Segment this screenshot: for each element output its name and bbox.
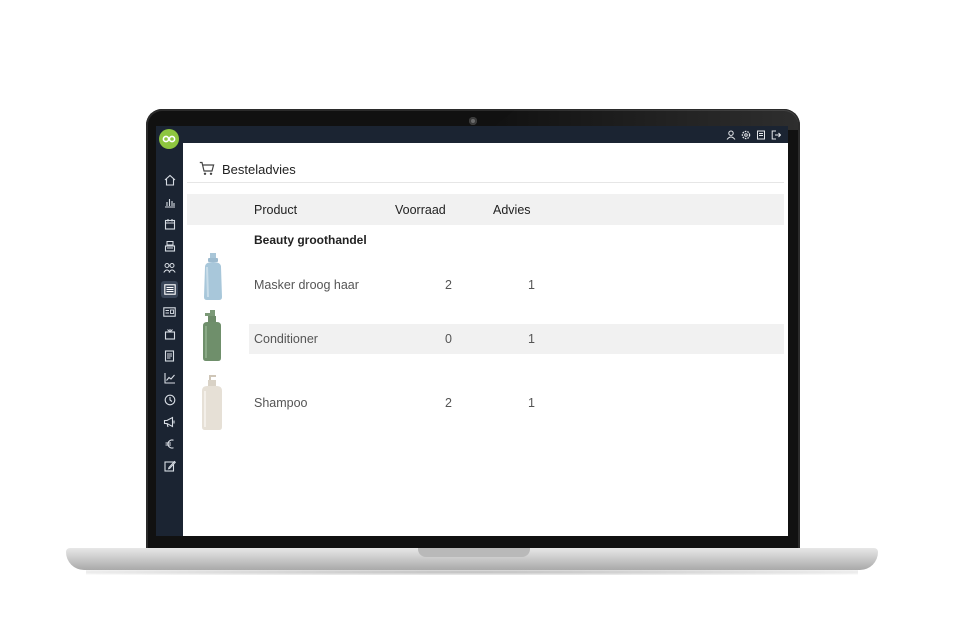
sidebar [156, 126, 183, 536]
product-image [199, 253, 227, 306]
app-logo[interactable] [159, 129, 179, 149]
euro-icon[interactable] [161, 435, 178, 452]
edit-icon[interactable] [161, 457, 178, 474]
column-header-stock[interactable]: Voorraad [395, 203, 446, 217]
column-header-advice[interactable]: Advies [493, 203, 531, 217]
megaphone-icon[interactable] [161, 413, 178, 430]
stock-value: 2 [445, 396, 452, 410]
page-title: Besteladvies [222, 162, 296, 177]
advice-value: 1 [528, 396, 535, 410]
page-header: Besteladvies [187, 155, 784, 183]
table-row[interactable]: Conditioner 0 1 [187, 310, 784, 361]
supplier-group-label: Beauty groothandel [254, 233, 367, 247]
cart-icon [199, 161, 215, 176]
product-name: Conditioner [254, 332, 318, 346]
users-icon[interactable] [161, 259, 178, 276]
product-image [199, 373, 225, 436]
book-icon[interactable] [755, 129, 766, 140]
stock-value: 2 [445, 278, 452, 292]
settings-icon[interactable] [740, 129, 751, 140]
stock-value: 0 [445, 332, 452, 346]
advice-value: 1 [528, 278, 535, 292]
calendar-icon[interactable] [161, 215, 178, 232]
laptop-notch [418, 548, 530, 557]
table-header: Product Voorraad Advies [187, 194, 784, 225]
register-icon[interactable] [161, 237, 178, 254]
column-header-product[interactable]: Product [254, 203, 297, 217]
id-card-icon[interactable] [161, 303, 178, 320]
list-icon[interactable] [161, 281, 178, 298]
product-name: Masker droog haar [254, 278, 359, 292]
trend-chart-icon[interactable] [161, 369, 178, 386]
topbar [183, 126, 788, 143]
logout-icon[interactable] [770, 129, 781, 140]
advice-value: 1 [528, 332, 535, 346]
table-row[interactable]: Shampoo 2 1 [187, 371, 784, 433]
document-icon[interactable] [161, 347, 178, 364]
table-row[interactable]: Masker droog haar 2 1 [187, 249, 784, 319]
app-screen: Besteladvies Product Voorraad Advies Bea… [156, 126, 788, 536]
box-icon[interactable] [161, 325, 178, 342]
product-name: Shampoo [254, 396, 308, 410]
product-image [199, 310, 225, 367]
bar-chart-icon[interactable] [161, 193, 178, 210]
home-icon[interactable] [161, 171, 178, 188]
user-icon[interactable] [725, 129, 736, 140]
clock-icon[interactable] [161, 391, 178, 408]
webcam [469, 117, 477, 125]
